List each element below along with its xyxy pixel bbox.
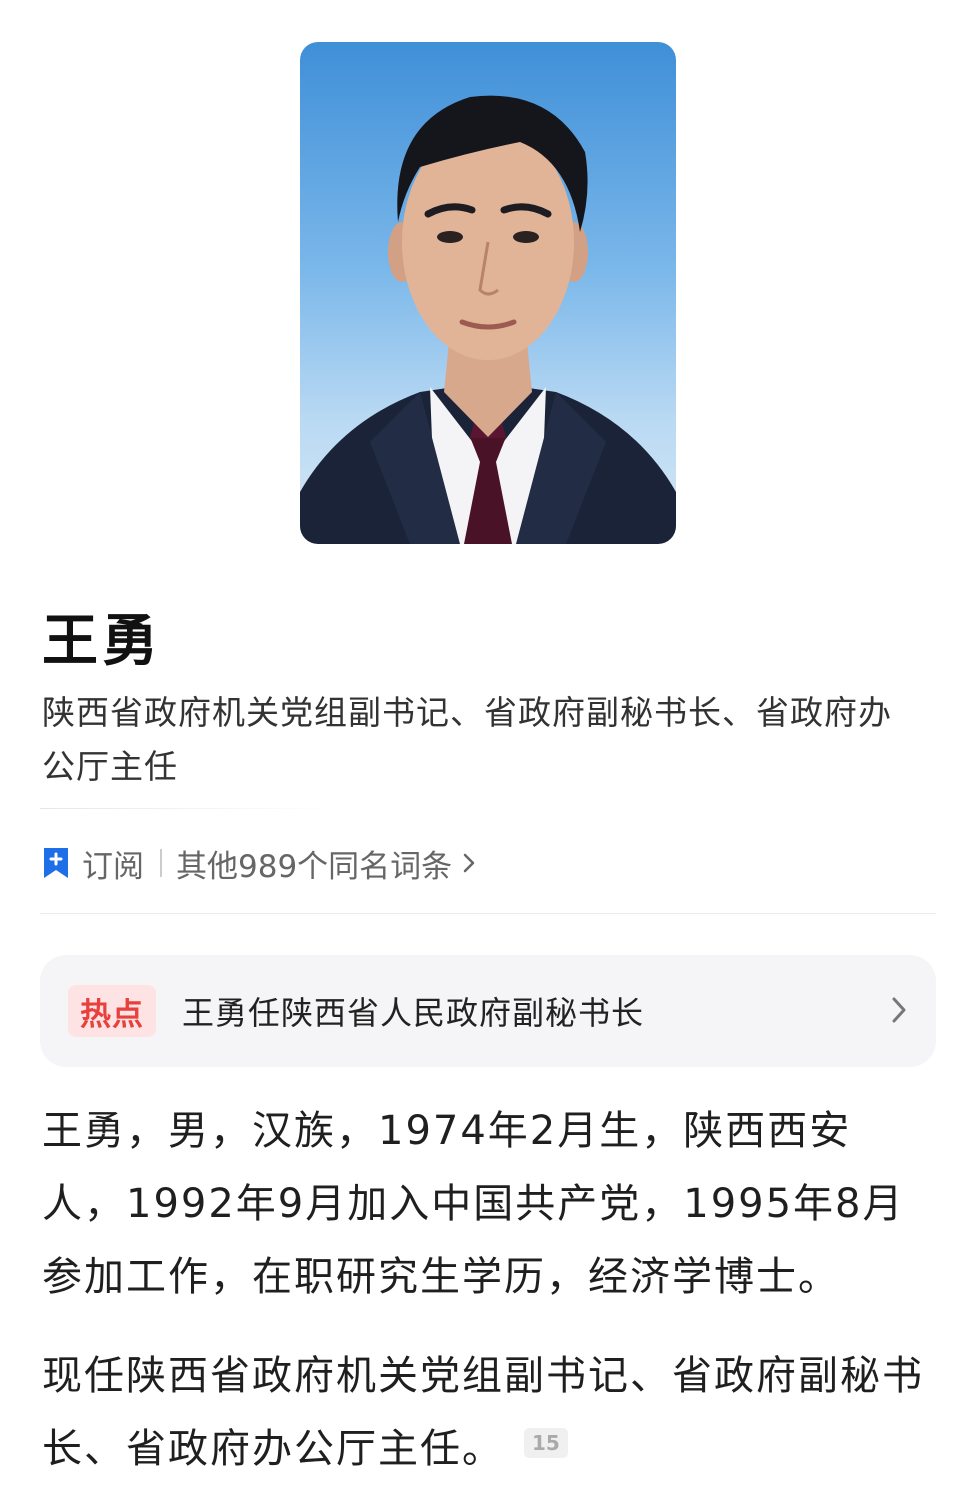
page-title: 王勇 xyxy=(42,609,162,674)
same-name-entries-link[interactable]: 其他989个同名词条 xyxy=(176,841,452,886)
hot-news-card[interactable]: 热点 王勇任陕西省人民政府副秘书长 xyxy=(40,955,936,1067)
portrait-photo xyxy=(300,42,676,544)
chevron-right-icon xyxy=(463,853,475,873)
hot-badge: 热点 xyxy=(68,985,156,1037)
bookmark-plus-icon[interactable] xyxy=(42,846,70,880)
position-subtitle: 陕西省政府机关党组副书记、省政府副秘书长、省政府办公厅主任 xyxy=(42,693,892,786)
action-row: 订阅 其他989个同名词条 xyxy=(42,840,476,886)
subscribe-button[interactable]: 订阅 xyxy=(82,841,144,886)
divider xyxy=(40,913,936,914)
separator xyxy=(160,849,162,877)
chevron-right-icon[interactable] xyxy=(890,995,908,1025)
current-position-paragraph: 现任陕西省政府机关党组副书记、省政府副秘书长、省政府办公厅主任。 15 xyxy=(42,1340,934,1486)
bio-paragraph: 王勇，男，汉族，1974年2月生，陕西西安人，1992年9月加入中国共产党，19… xyxy=(42,1108,905,1300)
reference-badge[interactable]: 15 xyxy=(524,1428,568,1458)
divider xyxy=(40,808,340,809)
current-position-text: 现任陕西省政府机关党组副书记、省政府副秘书长、省政府办公厅主任。 xyxy=(42,1353,924,1472)
hot-news-text[interactable]: 王勇任陕西省人民政府副秘书长 xyxy=(182,988,644,1034)
